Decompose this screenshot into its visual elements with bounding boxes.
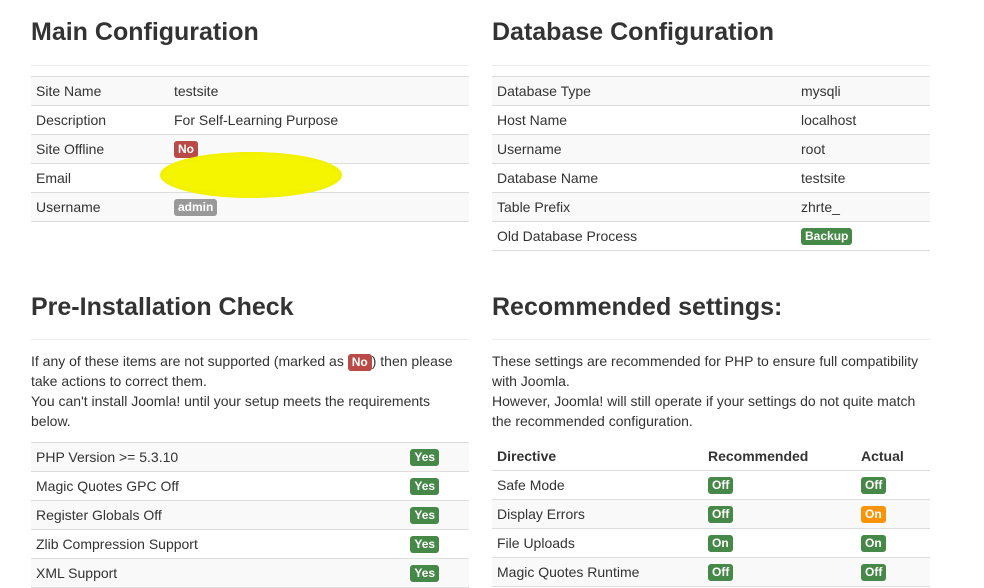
check-status-badge: Yes (410, 449, 440, 466)
note-no-badge: No (347, 354, 372, 371)
host-name-value: localhost (796, 105, 930, 135)
recommended-badge: Off (708, 506, 734, 523)
table-row: Magic Quotes Runtime Off Off (492, 557, 930, 587)
description-value: For Self-Learning Purpose (169, 105, 469, 135)
database-configuration-section: Database Configuration Database Type mys… (492, 0, 930, 251)
table-row: Database Name testsite (492, 163, 930, 193)
table-row: XML Support Yes (31, 558, 469, 588)
check-label: PHP Version >= 5.3.10 (31, 442, 406, 472)
check-label: XML Support (31, 558, 406, 588)
directive-label: Magic Quotes Runtime (492, 557, 703, 587)
check-label: Magic Quotes GPC Off (31, 471, 406, 501)
check-status-badge: Yes (410, 536, 440, 553)
recommended-note-line2: However, Joomla! will still operate if y… (492, 393, 916, 429)
description-label: Description (31, 105, 169, 135)
main-configuration-table: Site Name testsite Description For Self-… (31, 76, 469, 222)
check-label: Zlib Compression Support (31, 529, 406, 559)
actual-badge: On (861, 535, 886, 552)
recommended-settings-title: Recommended settings: (492, 274, 930, 340)
note-requirements-text: You can't install Joomla! until your set… (31, 393, 431, 429)
recommended-note-line1: These settings are recommended for PHP t… (492, 353, 919, 389)
check-label: Register Globals Off (31, 500, 406, 530)
db-username-label: Username (492, 134, 796, 164)
database-name-label: Database Name (492, 163, 796, 193)
directive-label: Display Errors (492, 499, 703, 529)
db-username-value: root (796, 134, 930, 164)
table-row: Username root (492, 134, 930, 164)
table-prefix-value: zhrte_ (796, 192, 930, 222)
database-configuration-title: Database Configuration (492, 0, 930, 66)
table-row: Register Globals Off Yes (31, 500, 469, 530)
host-name-label: Host Name (492, 105, 796, 135)
database-type-value: mysqli (796, 76, 930, 106)
main-configuration-title: Main Configuration (31, 0, 469, 66)
table-row: Site Name testsite (31, 76, 469, 106)
redaction-highlight (160, 152, 342, 198)
table-row: Database Type mysqli (492, 76, 930, 106)
database-name-value: testsite (796, 163, 930, 193)
table-row: Old Database Process Backup (492, 221, 930, 251)
site-offline-badge: No (174, 141, 198, 158)
recommended-badge: Off (708, 477, 734, 494)
table-row: Table Prefix zhrte_ (492, 192, 930, 222)
table-row: File Uploads On On (492, 528, 930, 558)
table-row: Display Errors Off On (492, 499, 930, 529)
table-row: Magic Quotes GPC Off Yes (31, 471, 469, 501)
check-status-badge: Yes (410, 507, 440, 524)
recommended-note: These settings are recommended for PHP t… (492, 351, 930, 431)
old-database-process-label: Old Database Process (492, 221, 796, 251)
site-offline-label: Site Offline (31, 134, 169, 164)
actual-badge: Off (861, 564, 887, 581)
pre-installation-check-section: Pre-Installation Check If any of these i… (31, 274, 469, 588)
directive-header: Directive (492, 442, 703, 471)
pre-installation-table: PHP Version >= 5.3.10 Yes Magic Quotes G… (31, 442, 469, 588)
table-row: Zlib Compression Support Yes (31, 529, 469, 559)
email-label: Email (31, 163, 169, 193)
check-status-badge: Yes (410, 478, 440, 495)
recommended-settings-table: Directive Recommended Actual Safe Mode O… (492, 442, 930, 587)
actual-badge: On (861, 506, 886, 523)
username-badge: admin (174, 199, 218, 216)
table-row: PHP Version >= 5.3.10 Yes (31, 442, 469, 472)
directive-label: File Uploads (492, 528, 703, 558)
database-configuration-table: Database Type mysqli Host Name localhost… (492, 76, 930, 251)
recommended-settings-section: Recommended settings: These settings are… (492, 274, 930, 587)
username-label: Username (31, 192, 169, 222)
backup-badge: Backup (801, 228, 853, 245)
table-row: Host Name localhost (492, 105, 930, 135)
site-name-value: testsite (169, 76, 469, 106)
table-row: Description For Self-Learning Purpose (31, 105, 469, 135)
recommended-header: Recommended (703, 442, 856, 471)
pre-installation-check-title: Pre-Installation Check (31, 274, 469, 340)
directive-label: Safe Mode (492, 470, 703, 500)
pre-installation-note: If any of these items are not supported … (31, 351, 469, 431)
recommended-badge: On (708, 535, 733, 552)
database-type-label: Database Type (492, 76, 796, 106)
table-header-row: Directive Recommended Actual (492, 442, 930, 471)
table-prefix-label: Table Prefix (492, 192, 796, 222)
table-row: Safe Mode Off Off (492, 470, 930, 500)
check-status-badge: Yes (410, 565, 440, 582)
actual-badge: Off (861, 477, 887, 494)
recommended-badge: Off (708, 564, 734, 581)
site-name-label: Site Name (31, 76, 169, 106)
actual-header: Actual (856, 442, 930, 471)
note-text-before: If any of these items are not supported … (31, 353, 348, 369)
